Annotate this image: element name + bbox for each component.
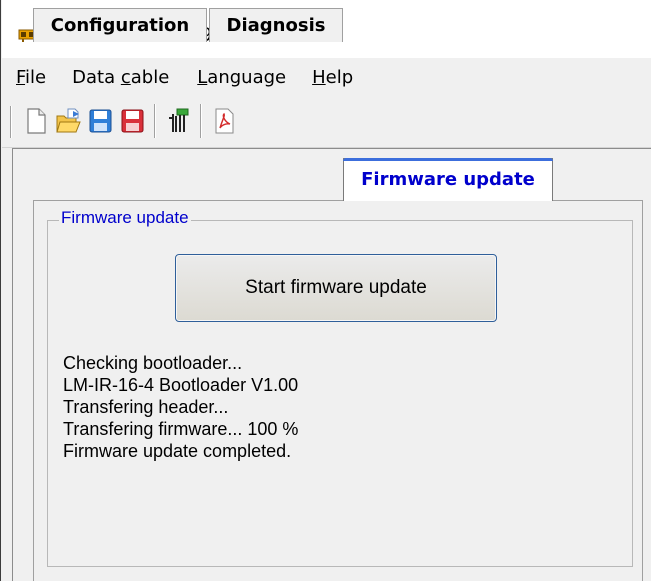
tab-diagnosis[interactable]: Diagnosis	[209, 8, 343, 42]
menu-data-cable[interactable]: Data cable	[72, 67, 169, 88]
menu-data-cable-rest: able	[130, 66, 170, 88]
menu-language[interactable]: Language	[197, 67, 286, 88]
toolbar	[2, 96, 651, 148]
tab-label: Configuration	[50, 15, 190, 36]
menu-language-rest: anguage	[207, 66, 287, 88]
menu-language-mnemonic: L	[197, 66, 208, 88]
log-line: Firmware update completed.	[63, 441, 292, 461]
log-line: Transfering firmware... 100 %	[63, 419, 299, 439]
tab-configuration[interactable]: Configuration	[33, 8, 207, 42]
menu-file-rest: ile	[25, 66, 47, 88]
log-line: LM-IR-16-4 Bootloader V1.00	[63, 375, 299, 395]
cable-icon[interactable]	[164, 106, 192, 136]
start-button-label: Start firmware update	[245, 277, 427, 298]
open-folder-icon[interactable]	[54, 106, 82, 136]
menu-help-rest: elp	[325, 66, 354, 88]
menu-file-mnemonic: F	[16, 66, 26, 88]
log-line: Checking bootloader...	[63, 353, 243, 373]
menu-help[interactable]: Help	[312, 67, 353, 88]
tab-firmware-update[interactable]: Firmware update	[343, 158, 553, 201]
app-window: LM-Teacher V0.90a File Data cable Langua…	[0, 0, 651, 581]
menu-file[interactable]: File	[16, 67, 46, 88]
menu-data-cable-mnemonic: c	[120, 66, 131, 88]
tab-label: Firmware update	[361, 169, 535, 190]
menu-bar: File Data cable Language Help	[2, 58, 651, 96]
start-firmware-update-button[interactable]: Start firmware update	[175, 254, 497, 322]
menu-data-cable-pre: Data	[72, 66, 121, 88]
pdf-icon[interactable]	[210, 106, 238, 136]
group-title: Firmware update	[59, 208, 191, 228]
menu-help-mnemonic: H	[312, 66, 326, 88]
log-line: Transfering header...	[63, 397, 229, 417]
toolbar-separator	[154, 104, 156, 138]
save-as-icon[interactable]	[118, 106, 146, 136]
tab-label: Diagnosis	[226, 15, 326, 36]
toolbar-separator	[200, 104, 202, 138]
status-log: Checking bootloader... LM-IR-16-4 Bootlo…	[63, 352, 583, 462]
new-file-icon[interactable]	[22, 106, 50, 136]
save-icon[interactable]	[86, 106, 114, 136]
toolbar-grip[interactable]	[10, 106, 12, 138]
